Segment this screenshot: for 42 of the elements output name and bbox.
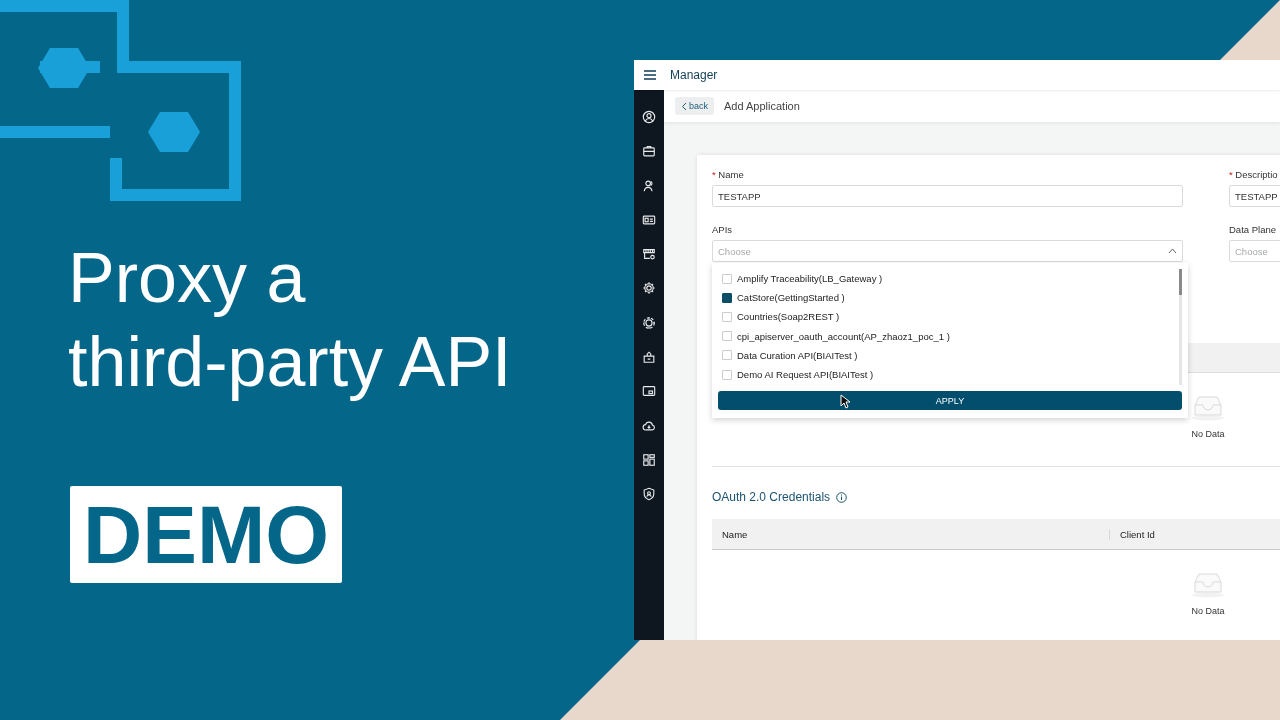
apply-button[interactable]: APPLY [718, 391, 1182, 410]
grid-icon[interactable] [642, 452, 656, 467]
text-field[interactable]: TESTAPP [712, 185, 1183, 207]
empty-message: No Data [1191, 606, 1225, 616]
dropdown-option[interactable]: Demo AI Request API(BIAITest ) [712, 364, 1188, 385]
empty-tray-icon [1191, 395, 1225, 421]
briefcase-icon[interactable] [642, 144, 656, 159]
dropdown-option[interactable]: cpi_apiserver_oauth_account(AP_zhaoz1_poc_1 ) [712, 326, 1188, 346]
dropdown-option[interactable]: Amplify Traceability(LB_Gateway ) [712, 269, 1188, 289]
users-icon[interactable] [642, 178, 656, 193]
user-icon[interactable] [642, 110, 656, 124]
store-icon[interactable] [642, 247, 656, 262]
dropdown-option[interactable]: Data Curation API(BIAITest ) [712, 345, 1188, 365]
demo-badge: DEMO [70, 486, 342, 583]
field-label: Data Plane [1229, 224, 1277, 236]
info-icon[interactable] [836, 491, 848, 503]
page-title: Add Application [724, 100, 800, 112]
column-header: Name [712, 528, 1110, 540]
empty-tray-icon [1191, 572, 1225, 598]
dropdown-option[interactable]: Countries(Soap2REST ) [712, 307, 1188, 327]
section-title: OAuth 2.0 Credentials [712, 490, 831, 504]
gear-icon[interactable] [642, 281, 656, 296]
card-icon[interactable] [642, 384, 656, 399]
chevron-left-icon [681, 101, 687, 111]
text-field[interactable]: TESTAPP [1229, 185, 1280, 207]
corner-triangle [1220, 0, 1280, 60]
menu-icon[interactable] [644, 70, 656, 80]
back-button[interactable]: back [675, 97, 714, 115]
field-label: APIs [712, 224, 734, 236]
box-icon[interactable] [642, 350, 656, 365]
app-title: Manager [670, 68, 718, 82]
dropdown-option[interactable]: CatStore(GettingStarted ) [712, 288, 1188, 308]
field-label: * Name [712, 169, 745, 181]
target-icon[interactable] [642, 315, 656, 330]
video-title: Proxy a third-party API [68, 238, 512, 403]
id-card-icon[interactable] [642, 212, 656, 227]
field-label: * Descriptio [1229, 169, 1279, 181]
checkbox[interactable] [722, 292, 732, 303]
cursor-icon [840, 394, 850, 409]
empty-message: No Data [1191, 429, 1225, 439]
shield-icon[interactable] [642, 487, 656, 502]
column-header: Client Id [1119, 528, 1155, 540]
